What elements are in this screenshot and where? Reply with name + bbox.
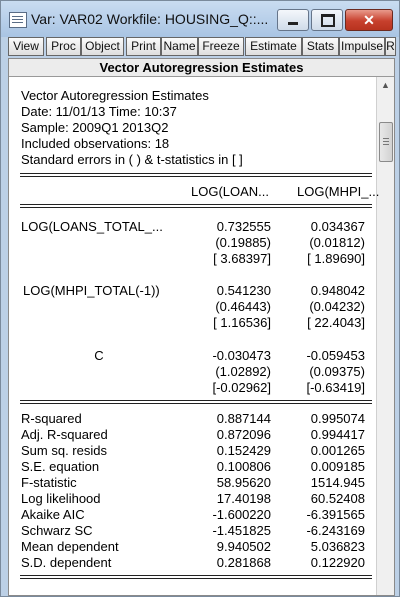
divider [20, 173, 372, 174]
freeze-button[interactable]: Freeze [198, 37, 244, 56]
stat-value: 0.122920 [310, 555, 365, 570]
variable-label: LOG(MHPI_TOTAL(-1)) [23, 283, 160, 298]
coef-value: -0.030473 [212, 348, 271, 363]
divider [20, 176, 372, 177]
variable-label: C [94, 348, 104, 363]
output-spreadsheet[interactable]: Vector Autoregression Estimates ▲ Vector… [8, 58, 395, 596]
se-value: (0.19885) [215, 235, 271, 250]
stat-value: 0.872096 [216, 427, 271, 442]
close-icon: ✕ [363, 12, 375, 28]
stat-label: Adj. R-squared [21, 427, 108, 442]
coef-value: 0.541230 [216, 283, 271, 298]
resids-button[interactable]: R [385, 37, 396, 56]
tstat-value: [ 22.4043] [307, 315, 365, 330]
stat-label: Sum sq. resids [21, 443, 107, 458]
scroll-up-icon[interactable]: ▲ [377, 77, 394, 94]
vertical-scrollbar[interactable]: ▲ [376, 77, 394, 595]
divider [20, 204, 372, 205]
stat-label: S.D. dependent [21, 555, 112, 570]
stat-label: Log likelihood [21, 491, 101, 506]
object-button[interactable]: Object [81, 37, 124, 56]
info-line: Vector Autoregression Estimates [21, 88, 209, 103]
estimate-button[interactable]: Estimate [245, 37, 302, 56]
impulse-button[interactable]: Impulse [339, 37, 385, 56]
column-header: LOG(LOAN... [191, 184, 270, 199]
minimize-button[interactable] [277, 9, 309, 31]
title-bar[interactable]: Var: VAR02 Workfile: HOUSING_Q::... ✕ [1, 1, 399, 37]
coef-value: 0.034367 [310, 219, 365, 234]
stat-value: 17.40198 [216, 491, 271, 506]
divider [20, 403, 372, 404]
tstat-value: [ 3.68397] [213, 251, 271, 266]
stat-label: Mean dependent [21, 539, 119, 554]
stat-value: 0.994417 [310, 427, 365, 442]
toolbar: View Proc Object Print Name Freeze Estim… [8, 37, 396, 57]
stat-value: 0.281868 [216, 555, 271, 570]
se-value: (1.02892) [215, 364, 271, 379]
se-value: (0.46443) [215, 299, 271, 314]
stat-value: 0.009185 [310, 459, 365, 474]
stat-value: 0.001265 [310, 443, 365, 458]
column-header: LOG(MHPI_... [297, 184, 380, 199]
stat-value: 1514.945 [310, 475, 365, 490]
window-title: Var: VAR02 Workfile: HOUSING_Q::... [31, 11, 269, 27]
scroll-thumb[interactable] [379, 122, 393, 162]
variable-label: LOG(LOANS_TOTAL_... [21, 219, 163, 234]
print-button[interactable]: Print [126, 37, 161, 56]
tstat-value: [-0.63419] [306, 380, 365, 395]
stat-value: 58.95620 [216, 475, 271, 490]
se-value: (0.09375) [309, 364, 365, 379]
info-line: Date: 11/01/13 Time: 10:37 [21, 104, 177, 119]
name-button[interactable]: Name [161, 37, 198, 56]
tstat-value: [ 1.89690] [307, 251, 365, 266]
stat-value: -1.600220 [212, 507, 271, 522]
tstat-value: [-0.02962] [212, 380, 271, 395]
maximize-icon [321, 14, 335, 27]
stat-value: 0.152429 [216, 443, 271, 458]
divider [20, 207, 372, 208]
close-button[interactable]: ✕ [345, 9, 393, 31]
stat-value: -1.451825 [212, 523, 271, 538]
stat-label: F-statistic [21, 475, 77, 490]
stat-value: 9.940502 [216, 539, 271, 554]
stat-label: Akaike AIC [21, 507, 85, 522]
var-window: Var: VAR02 Workfile: HOUSING_Q::... ✕ Vi… [0, 0, 400, 597]
coef-value: 0.732555 [216, 219, 271, 234]
se-value: (0.04232) [309, 299, 365, 314]
stat-label: S.E. equation [21, 459, 100, 474]
stat-value: 5.036823 [310, 539, 365, 554]
info-line: Standard errors in ( ) & t-statistics in… [21, 152, 243, 167]
stat-value: -6.243169 [306, 523, 365, 538]
output-header: Vector Autoregression Estimates [9, 59, 394, 77]
stat-value: 0.100806 [216, 459, 271, 474]
stat-value: 60.52408 [310, 491, 365, 506]
stat-value: 0.887144 [216, 411, 271, 426]
coef-value: 0.948042 [310, 283, 365, 298]
stat-label: Schwarz SC [21, 523, 93, 538]
maximize-button[interactable] [311, 9, 343, 31]
coef-value: -0.059453 [306, 348, 365, 363]
info-line: Sample: 2009Q1 2013Q2 [21, 120, 169, 135]
divider [20, 575, 372, 576]
info-line: Included observations: 18 [21, 136, 170, 151]
divider [20, 400, 372, 401]
view-button[interactable]: View [8, 37, 44, 56]
var-object-icon [9, 12, 27, 28]
divider [20, 578, 372, 579]
minimize-icon [288, 22, 298, 25]
proc-button[interactable]: Proc [46, 37, 81, 56]
stat-value: -6.391565 [306, 507, 365, 522]
stats-button[interactable]: Stats [302, 37, 339, 56]
se-value: (0.01812) [309, 235, 365, 250]
stat-value: 0.995074 [310, 411, 365, 426]
tstat-value: [ 1.16536] [213, 315, 271, 330]
stat-label: R-squared [21, 411, 82, 426]
